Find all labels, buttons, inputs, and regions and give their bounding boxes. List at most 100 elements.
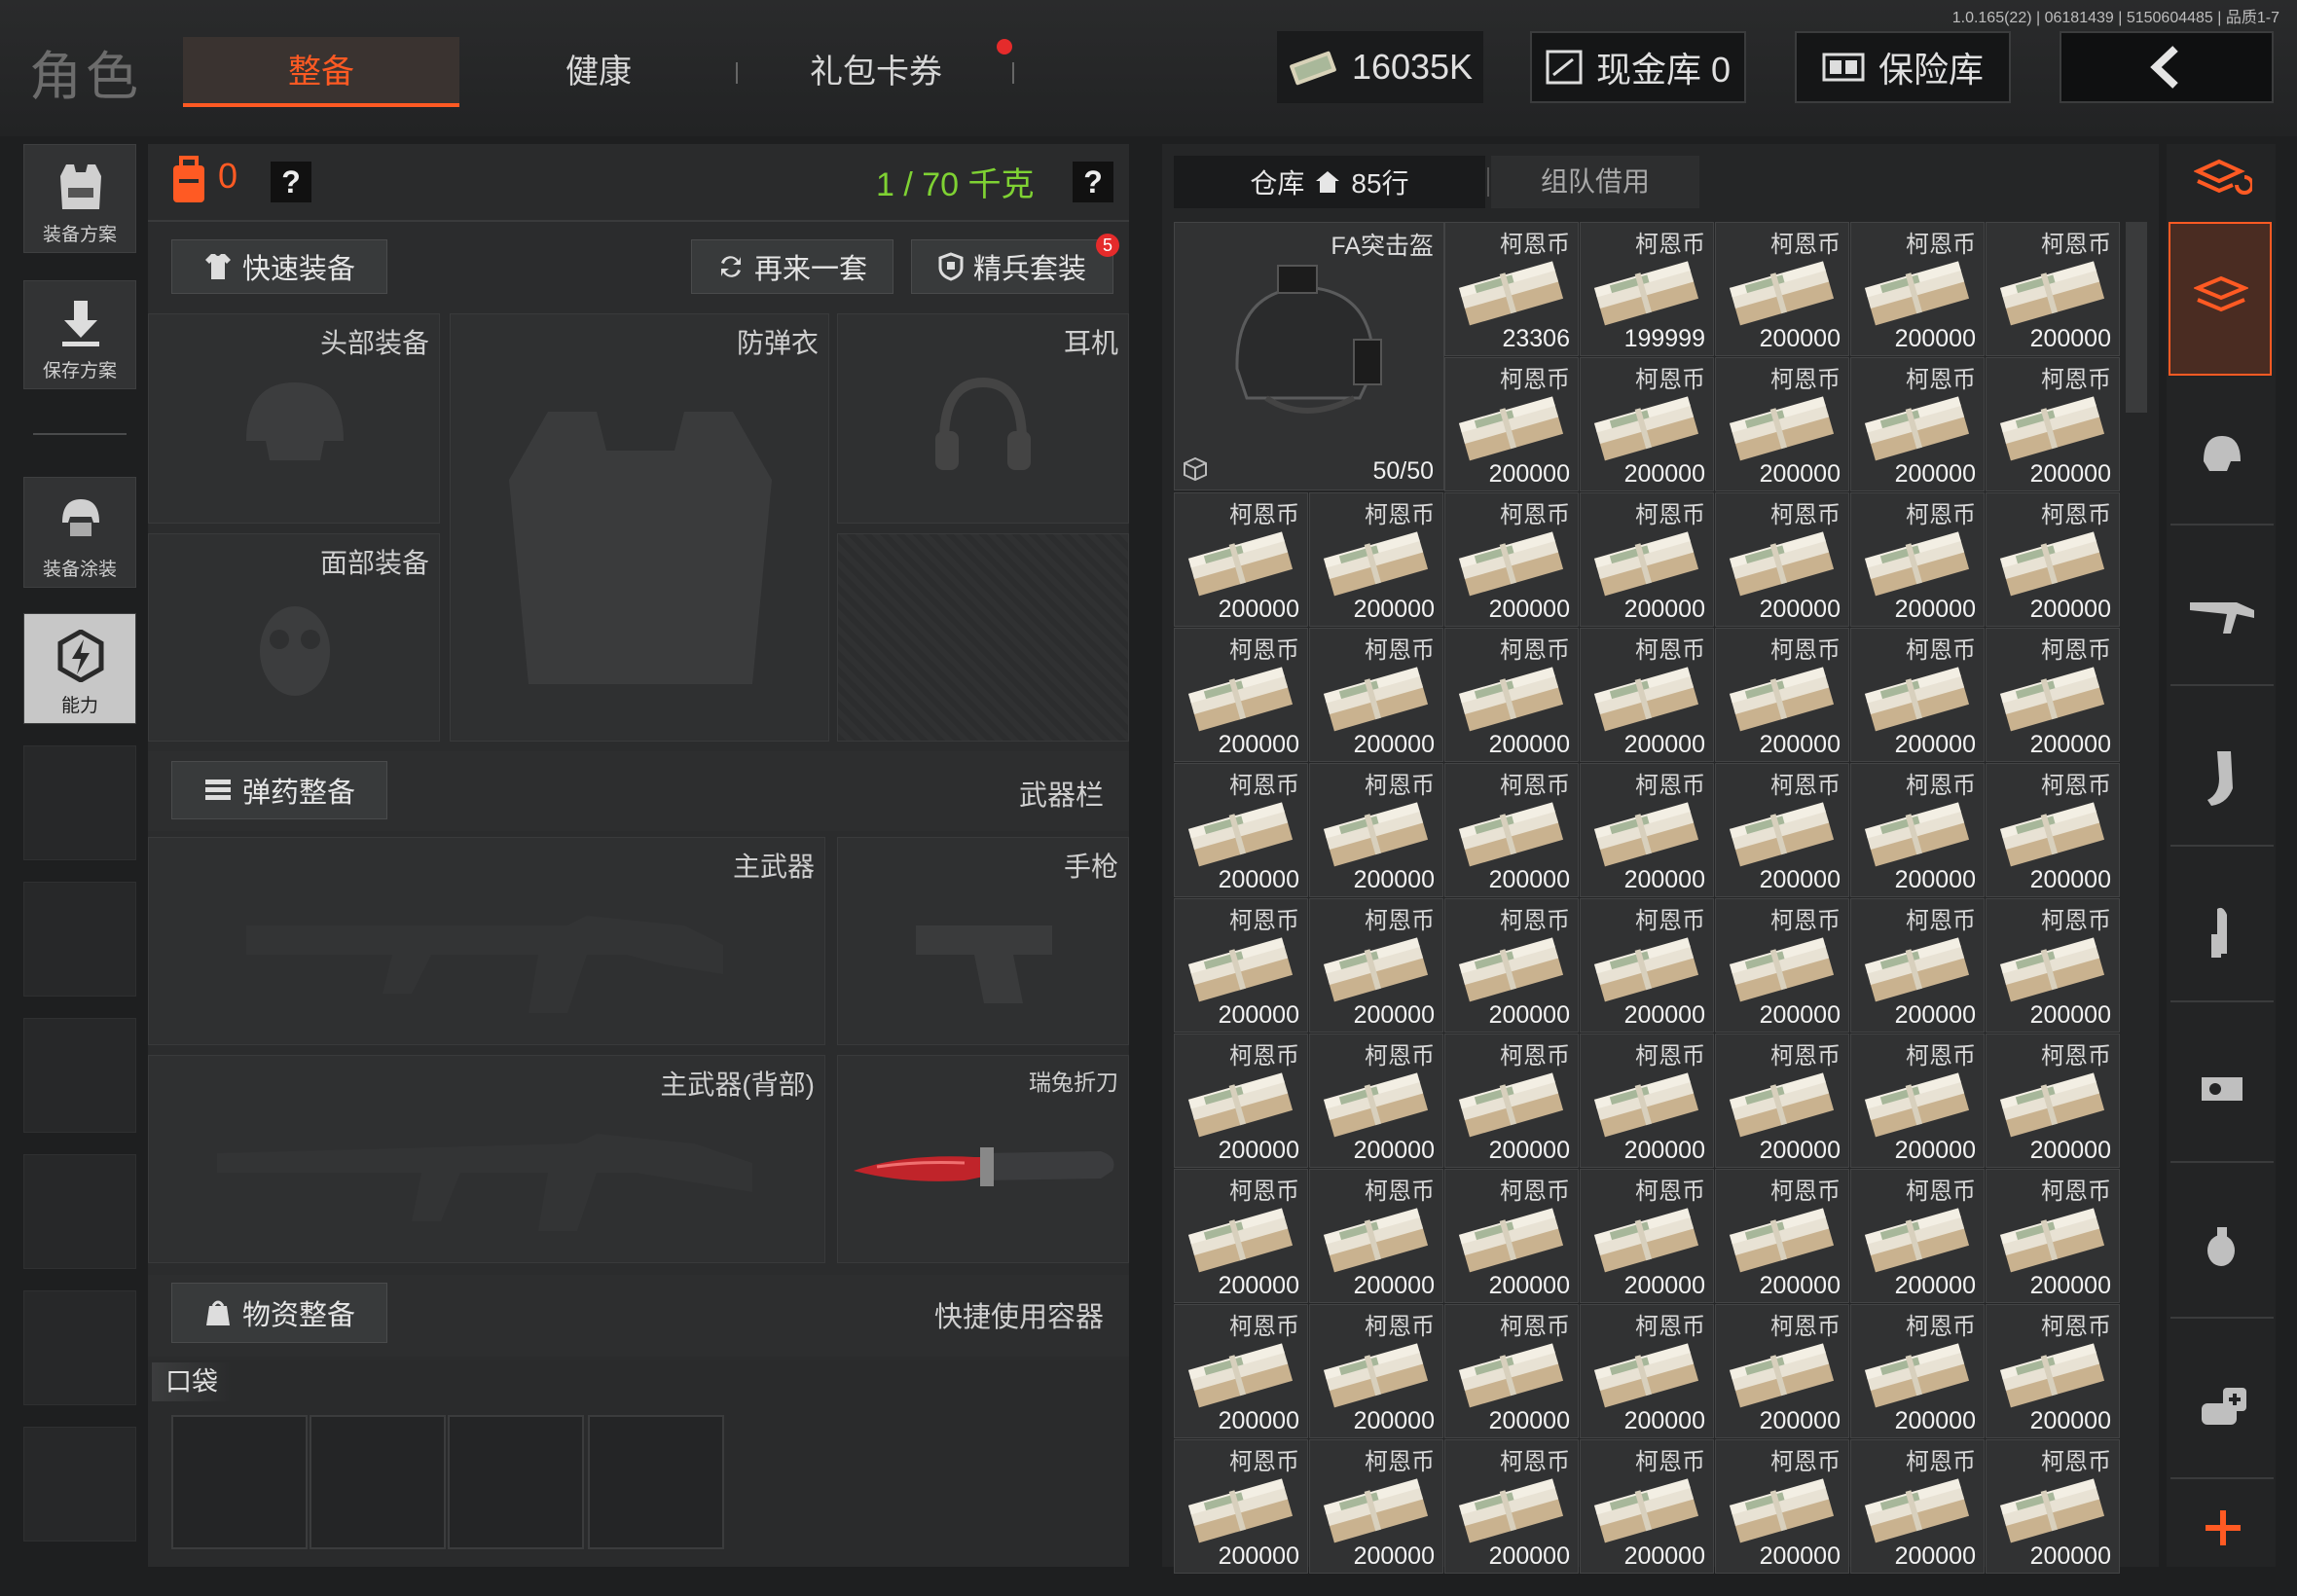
stash-cash-item[interactable]: 柯恩币 200000 <box>1850 628 1985 762</box>
category-attachment[interactable] <box>2170 1017 2274 1163</box>
weight-help-button[interactable]: ? <box>1073 162 1113 202</box>
stash-cash-item[interactable]: 柯恩币 200000 <box>1986 357 2120 491</box>
stash-cash-item[interactable]: 柯恩币 200000 <box>1444 628 1579 762</box>
stash-cash-item[interactable]: 柯恩币 200000 <box>1580 1034 1714 1168</box>
primary-weapon-slot[interactable]: 主武器 <box>148 837 825 1045</box>
stash-cash-item[interactable]: 柯恩币 200000 <box>1715 628 1849 762</box>
stash-cash-item[interactable]: 柯恩币 200000 <box>1850 1034 1985 1168</box>
face-gear-slot[interactable]: 面部装备 <box>148 533 440 742</box>
stash-cash-item[interactable]: 柯恩币 200000 <box>1580 357 1714 491</box>
stash-cash-item[interactable]: 柯恩币 200000 <box>1850 222 1985 356</box>
repeat-kit-button[interactable]: 再来一套 <box>691 239 893 294</box>
stash-cash-item[interactable]: 柯恩币 200000 <box>1715 492 1849 627</box>
stash-cash-item[interactable]: 柯恩币 199999 <box>1580 222 1714 356</box>
stash-cash-item[interactable]: 柯恩币 200000 <box>1309 898 1443 1033</box>
tab-health[interactable]: 健康 <box>506 37 691 107</box>
stash-cash-item[interactable]: 柯恩币 200000 <box>1986 898 2120 1033</box>
stash-scrollbar[interactable] <box>2126 222 2147 413</box>
head-gear-slot[interactable]: 头部装备 <box>148 313 440 524</box>
back-button[interactable] <box>2060 31 2274 103</box>
category-magazine[interactable] <box>2170 701 2274 847</box>
stash-cash-item[interactable]: 柯恩币 200000 <box>1444 1304 1579 1438</box>
category-throwable[interactable] <box>2170 1173 2274 1319</box>
tab-team-borrow[interactable]: 组队借用 <box>1491 156 1699 208</box>
tab-gear[interactable]: 整备 <box>183 37 459 107</box>
pocket-slot[interactable] <box>171 1415 308 1549</box>
category-all[interactable] <box>2169 222 2272 376</box>
category-weapon[interactable] <box>2170 540 2274 686</box>
stash-cash-item[interactable]: 柯恩币 200000 <box>1444 1034 1579 1168</box>
stash-cash-item[interactable]: 柯恩币 200000 <box>1444 763 1579 897</box>
stash-cash-item[interactable]: 柯恩币 200000 <box>1850 1169 1985 1303</box>
stash-cash-item[interactable]: 柯恩币 200000 <box>1850 1439 1985 1574</box>
stash-cash-item[interactable]: 柯恩币 200000 <box>1174 1304 1308 1438</box>
pocket-slot[interactable] <box>310 1415 446 1549</box>
rail-ability[interactable]: 能力 <box>23 613 136 724</box>
stash-cash-item[interactable]: 柯恩币 200000 <box>1174 1169 1308 1303</box>
stash-cash-item[interactable]: 柯恩币 200000 <box>1715 763 1849 897</box>
stash-cash-item[interactable]: 柯恩币 23306 <box>1444 222 1579 356</box>
stash-cash-item[interactable]: 柯恩币 200000 <box>1309 1034 1443 1168</box>
stash-cash-item[interactable]: 柯恩币 200000 <box>1580 763 1714 897</box>
tab-gift-cards[interactable]: 礼包卡券 <box>779 37 973 107</box>
stash-cash-item[interactable]: 柯恩币 200000 <box>1309 763 1443 897</box>
pocket-slot[interactable] <box>588 1415 724 1549</box>
stash-cash-item[interactable]: 柯恩币 200000 <box>1850 763 1985 897</box>
ammo-equip-button[interactable]: 弹药整备 <box>171 761 387 819</box>
supply-equip-button[interactable]: 物资整备 <box>171 1283 387 1343</box>
stash-cash-item[interactable]: 柯恩币 200000 <box>1444 357 1579 491</box>
stash-cash-item[interactable]: 柯恩币 200000 <box>1444 492 1579 627</box>
stash-cash-item[interactable]: 柯恩币 200000 <box>1580 898 1714 1033</box>
stash-cash-item[interactable]: 柯恩币 200000 <box>1580 1304 1714 1438</box>
category-ammo[interactable] <box>2170 856 2274 1002</box>
safe-button[interactable]: 保险库 <box>1795 31 2011 103</box>
stash-cash-item[interactable]: 柯恩币 200000 <box>1309 1304 1443 1438</box>
category-helmet[interactable] <box>2170 380 2274 526</box>
tab-stash[interactable]: 仓库 85行 <box>1174 156 1485 208</box>
stash-cash-item[interactable]: 柯恩币 200000 <box>1174 628 1308 762</box>
stash-cash-item[interactable]: 柯恩币 200000 <box>1715 1304 1849 1438</box>
pistol-slot[interactable]: 手枪 <box>837 837 1129 1045</box>
stash-cash-item[interactable]: 柯恩币 200000 <box>1174 1439 1308 1574</box>
stash-cash-item[interactable]: 柯恩币 200000 <box>1715 357 1849 491</box>
knife-slot[interactable]: 瑞兔折刀 <box>837 1055 1129 1263</box>
stash-cash-item[interactable]: 柯恩币 200000 <box>1715 898 1849 1033</box>
stash-cash-item[interactable]: 柯恩币 200000 <box>1986 1169 2120 1303</box>
elite-kit-button[interactable]: 精兵套装 <box>911 239 1113 294</box>
stash-cash-item[interactable]: 柯恩币 200000 <box>1850 1304 1985 1438</box>
armor-slot[interactable]: 防弹衣 <box>450 313 829 742</box>
stash-cash-item[interactable]: 柯恩币 200000 <box>1174 1034 1308 1168</box>
stash-cash-item[interactable]: 柯恩币 200000 <box>1580 628 1714 762</box>
backpack-help-button[interactable]: ? <box>271 162 311 202</box>
stash-cash-item[interactable]: 柯恩币 200000 <box>1309 492 1443 627</box>
cash-vault-button[interactable]: 现金库 0 <box>1530 31 1746 103</box>
stash-cash-item[interactable]: 柯恩币 200000 <box>1715 222 1849 356</box>
rail-save-plan[interactable]: 保存方案 <box>23 280 136 389</box>
stash-cash-item[interactable]: 柯恩币 200000 <box>1444 1439 1579 1574</box>
stash-cash-item[interactable]: 柯恩币 200000 <box>1444 898 1579 1033</box>
stash-cash-item[interactable]: 柯恩币 200000 <box>1580 492 1714 627</box>
stash-cash-item[interactable]: 柯恩币 200000 <box>1850 898 1985 1033</box>
stash-cash-item[interactable]: 柯恩币 200000 <box>1850 492 1985 627</box>
pocket-slot[interactable] <box>448 1415 584 1549</box>
stash-cash-item[interactable]: 柯恩币 200000 <box>1444 1169 1579 1303</box>
stash-cash-item[interactable]: 柯恩币 200000 <box>1309 628 1443 762</box>
stash-helmet-item[interactable]: FA突击盔 50/50 <box>1174 222 1444 490</box>
stash-cash-item[interactable]: 柯恩币 200000 <box>1986 1304 2120 1438</box>
stash-cash-item[interactable]: 柯恩币 200000 <box>1986 628 2120 762</box>
stash-cash-item[interactable]: 柯恩币 200000 <box>1309 1439 1443 1574</box>
stash-cash-item[interactable]: 柯恩币 200000 <box>1715 1439 1849 1574</box>
rail-gear-paint[interactable]: 装备涂装 <box>23 477 136 588</box>
stash-cash-item[interactable]: 柯恩币 200000 <box>1850 357 1985 491</box>
quick-equip-button[interactable]: 快速装备 <box>171 239 387 294</box>
stash-cash-item[interactable]: 柯恩币 200000 <box>1986 492 2120 627</box>
stash-cash-item[interactable]: 柯恩币 200000 <box>1174 763 1308 897</box>
stash-cash-item[interactable]: 柯恩币 200000 <box>1174 898 1308 1033</box>
stash-cash-item[interactable]: 柯恩币 200000 <box>1986 1439 2120 1574</box>
back-weapon-slot[interactable]: 主武器(背部) <box>148 1055 825 1263</box>
stash-cash-item[interactable]: 柯恩币 200000 <box>1580 1169 1714 1303</box>
stash-cash-item[interactable]: 柯恩币 200000 <box>1174 492 1308 627</box>
stash-cash-item[interactable]: 柯恩币 200000 <box>1986 1034 2120 1168</box>
stash-cash-item[interactable]: 柯恩币 200000 <box>1715 1034 1849 1168</box>
headset-slot[interactable]: 耳机 <box>837 313 1129 524</box>
